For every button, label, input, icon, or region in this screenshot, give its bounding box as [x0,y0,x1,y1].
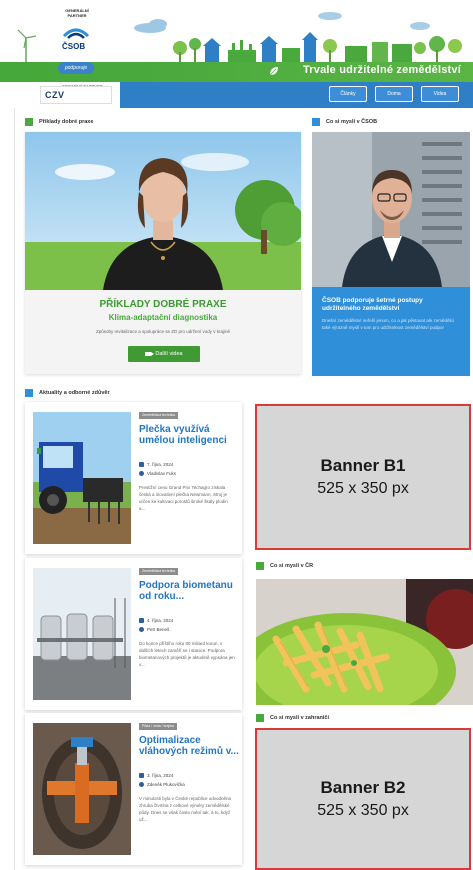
article-author-name[interactable]: Zdeněk Plukovička [147,782,185,787]
section-zahranici-label: Co si myslí v zahraničí [270,715,329,721]
section-csob-label: Co si myslí v ČSOB [326,119,378,125]
partner-logos: GENERÁLNÍ PARTNER ČSOB podporuje ODBORNÝ… [0,0,120,108]
article-tag[interactable]: Zemědělská technika [139,412,179,419]
article-card[interactable]: Zemědělská technika Plečka využívá umělo… [25,402,242,554]
section-aktuality-header: Aktuality a odborné zdůvěr [25,387,110,399]
article-date: 4. října, 2024 [139,618,173,623]
section-marker-icon [25,118,33,126]
nav-clanky-button[interactable]: Články [329,86,367,102]
article-excerpt: Prestižní cenu Grand Prix Techagro získa… [139,485,228,511]
banner-b2-name: Banner B2 [320,778,406,797]
banner-b2-size: 525 x 350 px [317,802,409,819]
csob-card-text: Dnešní zemědělství neřeší jenom, co a ja… [322,318,454,330]
article-date: 3. října, 2024 [139,773,173,778]
main-nav: Články Doma Videa [329,86,459,102]
user-icon [139,627,144,632]
section-priklady-header: Příklady dobré praxe [25,116,93,128]
article-author-name[interactable]: Vladislav Fuks [147,471,176,476]
video-camera-icon [145,352,155,356]
csob-portrait-photo [312,132,470,287]
article-thumbnail[interactable] [33,723,131,855]
hero-video-thumbnail[interactable] [25,132,301,290]
banner-b1-name: Banner B1 [320,456,406,475]
hero-title: PŘÍKLADY DOBRÉ PRAXE [99,299,227,310]
csob-logo-icon [62,28,90,39]
nav-doma-button[interactable]: Doma [375,86,413,102]
czv-name: CZV [45,90,65,100]
article-author: Zdeněk Plukovička [139,782,185,787]
section-marker-icon [256,562,264,570]
czv-logo[interactable]: CZV [40,86,112,104]
article-title[interactable]: Plečka využívá umělou inteligenci [139,424,239,446]
section-marker-icon [25,389,33,397]
nav-videa-button[interactable]: Videa [421,86,459,102]
calendar-icon [139,618,144,623]
banner-b1[interactable]: Banner B1 525 x 350 px [255,404,471,550]
csob-opinion-card[interactable]: ČSOB podporuje šetrné postupy udržitelné… [312,132,470,376]
article-thumbnail[interactable] [33,412,131,544]
column-divider [14,108,15,870]
calendar-icon [139,462,144,467]
section-priklady-label: Příklady dobré praxe [39,119,94,125]
section-cr-header: Co si myslí v ČR [256,560,313,572]
hero-subtitle: Klima-adaptační diagnostika [108,313,218,322]
article-card[interactable]: Půda / voda / krajina Optimalizace vláho… [25,713,242,865]
article-author-name[interactable]: Petr Beneš [147,627,169,632]
article-title[interactable]: Optimalizace vláhových režimů v... [139,735,239,757]
csob-name: ČSOB [62,42,86,51]
site-header: GENERÁLNÍ PARTNER ČSOB podporuje ODBORNÝ… [0,0,473,108]
article-card[interactable]: Zemědělská technika Podpora biometanu od… [25,558,242,710]
more-videos-label: Další videa [155,351,183,357]
article-tag[interactable]: Zemědělská technika [139,568,179,575]
article-tag[interactable]: Půda / voda / krajina [139,723,177,730]
article-excerpt: Do konce příštího roku 80 miliard korun,… [139,641,235,667]
article-author: Petr Beneš [139,627,169,632]
site-title: Trvale udržitelné zemědělství [302,64,461,76]
csob-card-title[interactable]: ČSOB podporuje šetrné postupy udržitelné… [322,297,462,313]
calendar-icon [139,773,144,778]
section-cr-label: Co si myslí v ČR [270,563,314,569]
leaf-icon [269,67,278,76]
user-icon [139,471,144,476]
article-date-text: 3. října, 2024 [147,773,174,778]
podporuje-badge: podporuje [58,62,94,74]
article-date-text: 7. října, 2024 [147,462,174,467]
section-marker-icon [312,118,320,126]
banner-b1-size: 525 x 350 px [317,480,409,497]
section-aktuality-label: Aktuality a odborné zdůvěr [39,390,110,396]
section-marker-icon [256,714,264,722]
more-videos-button[interactable]: Další videa [128,346,200,362]
article-thumbnail[interactable] [33,568,131,700]
article-date-text: 4. října, 2024 [147,618,174,623]
section-zahranici-header: Co si myslí v zahraničí [256,712,329,724]
general-partner-label: GENERÁLNÍ PARTNER [65,8,89,18]
hero-description: Způsoby revitalizace a spolupráce se ZD … [95,329,231,334]
section-csob-header: Co si myslí v ČSOB [312,116,377,128]
banner-b2[interactable]: Banner B2 525 x 350 px [255,728,471,870]
cr-opinion-photo[interactable] [256,579,473,705]
hero-video-card[interactable]: PŘÍKLADY DOBRÉ PRAXE Klima-adaptační dia… [25,132,301,374]
article-author: Vladislav Fuks [139,471,176,476]
user-icon [139,782,144,787]
article-title[interactable]: Podpora biometanu od roku... [139,580,239,602]
article-date: 7. října, 2024 [139,462,173,467]
article-excerpt: V minulosti byla v České republice odvod… [139,796,232,822]
